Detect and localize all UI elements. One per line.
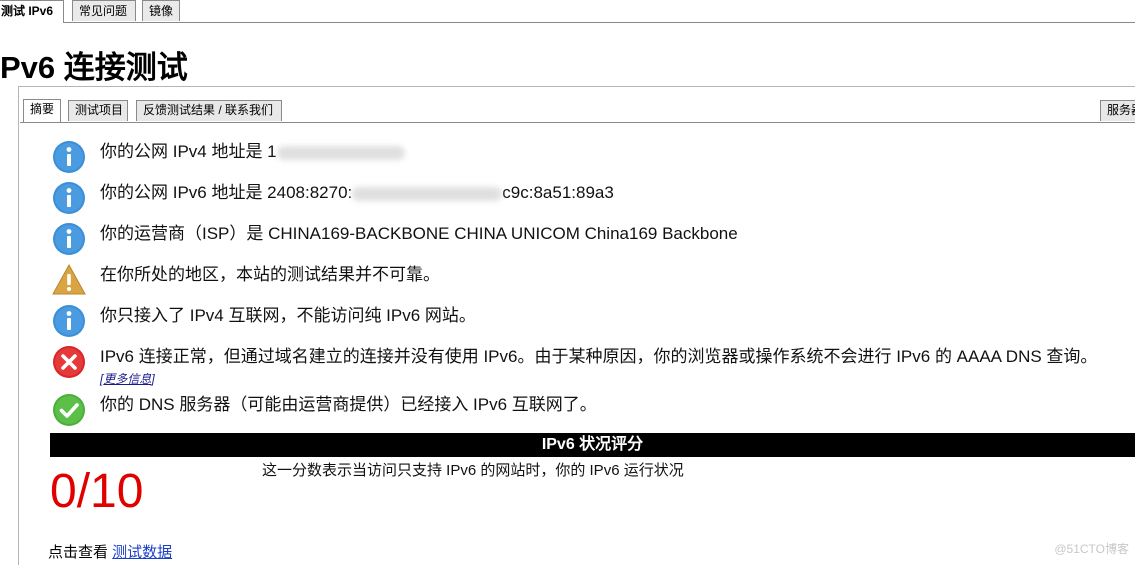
score-description: 这一分数表示当访问只支持 IPv6 的网站时，你的 IPv6 运行状况 <box>262 462 684 479</box>
tab-mirrors[interactable]: 镜像 <box>142 0 180 21</box>
view-test-data-line: 点击查看 测试数据 <box>48 544 173 561</box>
message-text: 你的 DNS 服务器（可能由运营商提供）已经接入 IPv6 互联网了。 <box>100 395 597 414</box>
warning-icon <box>52 263 86 295</box>
score-header-bar: IPv6 状况评分 <box>50 433 1135 457</box>
info-icon <box>53 223 85 255</box>
info-icon <box>53 305 85 337</box>
info-icon <box>53 182 85 214</box>
message-text: 你的公网 IPv6 地址是 2408:8270: c9c:8a51:89a3 <box>100 183 614 202</box>
redacted-ip <box>352 186 503 201</box>
tab-test-items[interactable]: 测试项目 <box>68 100 128 121</box>
tab-test-ipv6[interactable]: 测试 IPv6 <box>0 0 64 23</box>
error-icon <box>53 346 85 378</box>
tab-summary[interactable]: 摘要 <box>23 99 61 122</box>
inner-tab-bar: 摘要 测试项目 反馈测试结果 / 联系我们 服务器 <box>20 98 1135 123</box>
watermark: @51CTO博客 <box>1054 542 1129 556</box>
message-text: 你只接入了 IPv4 互联网，不能访问纯 IPv6 网站。 <box>100 306 476 325</box>
message-text: 你的公网 IPv4 地址是 1 <box>100 140 405 164</box>
page: 测试 IPv6 常见问题 镜像 Pv6 连接测试 摘要 测试项目 反馈测试结果 … <box>0 0 1135 565</box>
score-value: 0/10 <box>50 465 144 518</box>
message-text: IPv6 连接正常，但通过域名建立的连接并没有使用 IPv6。由于某种原因，你的… <box>100 347 1098 366</box>
check-icon <box>53 394 85 426</box>
tab-feedback-contact[interactable]: 反馈测试结果 / 联系我们 <box>136 100 282 121</box>
test-data-link[interactable]: 测试数据 <box>112 544 172 561</box>
more-info-link[interactable]: [更多信息] <box>100 370 155 387</box>
redacted-ip <box>276 145 405 160</box>
top-tab-bar: 测试 IPv6 常见问题 镜像 <box>0 0 1135 23</box>
tab-faq[interactable]: 常见问题 <box>72 0 136 21</box>
score-header: IPv6 状况评分 <box>541 436 644 453</box>
message-text: 你的运营商（ISP）是 CHINA169-BACKBONE CHINA UNIC… <box>100 224 738 243</box>
page-title: Pv6 连接测试 <box>0 50 188 85</box>
message-text: 在你所处的地区，本站的测试结果并不可靠。 <box>100 265 440 284</box>
info-icon <box>53 141 85 173</box>
tab-servers[interactable]: 服务器 <box>1100 100 1135 121</box>
